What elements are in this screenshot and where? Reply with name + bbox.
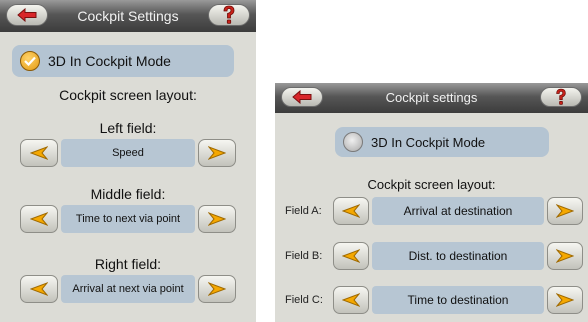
field-b-selector: Dist. to destination <box>333 242 583 270</box>
right-arrow-icon <box>556 249 574 263</box>
field-c-value: Time to destination <box>372 286 544 314</box>
field-c-next-button[interactable] <box>547 286 583 314</box>
field-a-value: Arrival at destination <box>372 197 544 225</box>
field-b-value: Dist. to destination <box>372 242 544 270</box>
3d-cockpit-mode-toggle[interactable]: 3D In Cockpit Mode <box>335 127 549 157</box>
middle-field-value: Time to next via point <box>61 205 195 233</box>
field-a-label: Field A: <box>285 205 322 217</box>
left-field-label: Left field: <box>99 120 157 136</box>
left-arrow-icon <box>342 293 360 307</box>
layout-heading: Cockpit screen layout: <box>59 87 197 103</box>
field-c-selector: Time to destination <box>333 286 583 314</box>
back-arrow-icon <box>17 8 37 22</box>
left-field-prev-button[interactable] <box>20 139 58 167</box>
field-b-next-button[interactable] <box>547 242 583 270</box>
question-mark-icon <box>223 5 235 24</box>
middle-field-selector: Time to next via point <box>20 205 236 233</box>
checkbox-unchecked-icon <box>343 132 363 152</box>
title-bar: Cockpit Settings <box>0 0 256 32</box>
back-button[interactable] <box>6 4 48 26</box>
cockpit-settings-panel-left: Cockpit Settings 3D In Cockpit Mode Cock… <box>0 0 256 322</box>
left-arrow-icon <box>342 249 360 263</box>
field-a-selector: Arrival at destination <box>333 197 583 225</box>
right-arrow-icon <box>208 212 226 226</box>
right-field-label: Right field: <box>94 256 162 272</box>
right-field-selector: Arrival at next via point <box>20 275 236 303</box>
3d-cockpit-mode-toggle[interactable]: 3D In Cockpit Mode <box>12 45 234 77</box>
left-arrow-icon <box>30 146 48 160</box>
right-arrow-icon <box>556 293 574 307</box>
left-field-next-button[interactable] <box>198 139 236 167</box>
right-arrow-icon <box>208 282 226 296</box>
cockpit-settings-panel-right: Cockpit settings 3D In Cockpit Mode Cock… <box>275 83 588 322</box>
field-b-prev-button[interactable] <box>333 242 369 270</box>
right-arrow-icon <box>208 146 226 160</box>
title-bar: Cockpit settings <box>275 83 588 113</box>
right-field-value: Arrival at next via point <box>61 275 195 303</box>
field-c-label: Field C: <box>285 294 323 306</box>
right-field-prev-button[interactable] <box>20 275 58 303</box>
checkmark-icon <box>20 51 40 71</box>
back-button[interactable] <box>281 87 323 107</box>
3d-cockpit-mode-label: 3D In Cockpit Mode <box>371 134 486 150</box>
field-a-prev-button[interactable] <box>333 197 369 225</box>
field-c-prev-button[interactable] <box>333 286 369 314</box>
right-arrow-icon <box>556 204 574 218</box>
left-field-selector: Speed <box>20 139 236 167</box>
left-field-value: Speed <box>61 139 195 167</box>
middle-field-label: Middle field: <box>90 186 166 202</box>
back-arrow-icon <box>292 90 312 104</box>
right-field-next-button[interactable] <box>198 275 236 303</box>
question-mark-icon <box>556 88 566 105</box>
middle-field-next-button[interactable] <box>198 205 236 233</box>
help-button[interactable] <box>540 87 582 107</box>
field-b-label: Field B: <box>285 250 323 262</box>
field-a-next-button[interactable] <box>547 197 583 225</box>
middle-field-prev-button[interactable] <box>20 205 58 233</box>
left-arrow-icon <box>342 204 360 218</box>
left-arrow-icon <box>30 282 48 296</box>
help-button[interactable] <box>208 4 250 26</box>
layout-heading: Cockpit screen layout: <box>367 177 496 192</box>
left-arrow-icon <box>30 212 48 226</box>
3d-cockpit-mode-label: 3D In Cockpit Mode <box>48 53 171 69</box>
